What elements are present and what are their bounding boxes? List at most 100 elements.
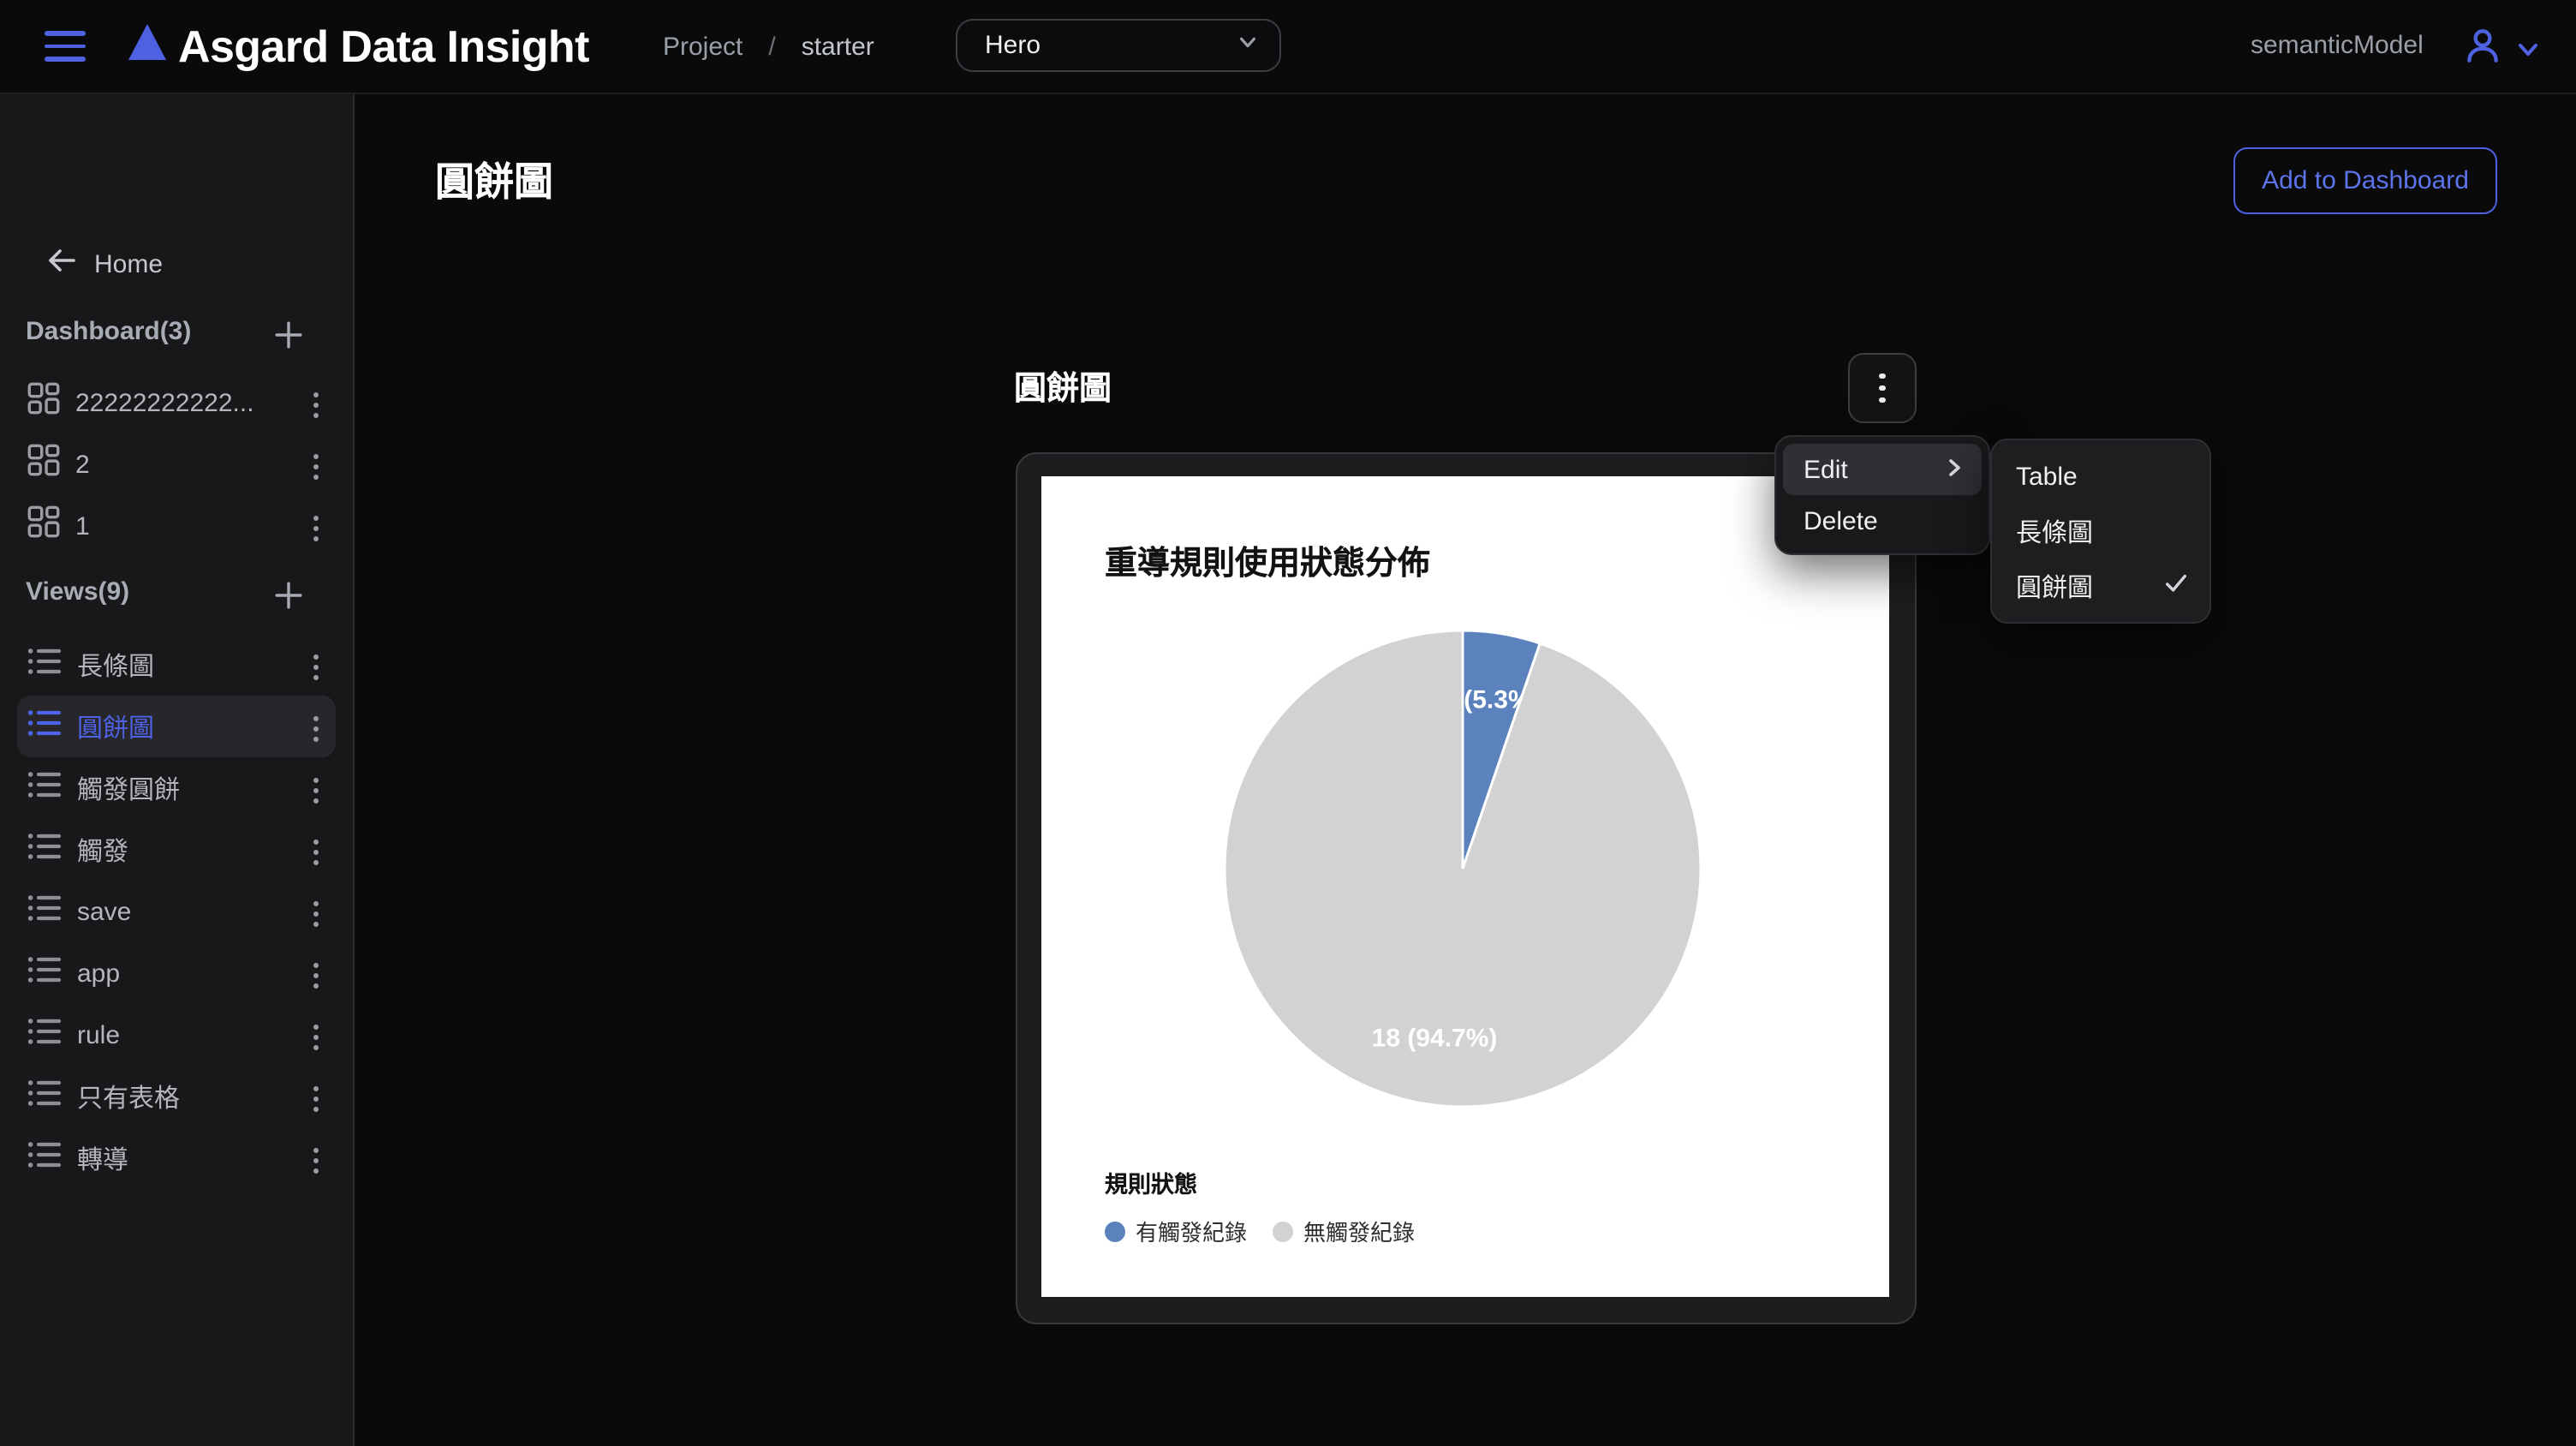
submenu-item-label: 圓餅圖	[2016, 568, 2093, 604]
legend-item: 無觸發紀錄	[1273, 1215, 1415, 1247]
kebab-menu-icon[interactable]	[307, 385, 325, 424]
kebab-menu-icon[interactable]	[307, 509, 325, 547]
dashboard-grid-icon	[27, 505, 60, 547]
breadcrumb: Project / starter	[663, 0, 874, 93]
kebab-menu-icon[interactable]	[307, 894, 325, 933]
pie-slice-label: 18 (94.7%)	[1372, 1024, 1498, 1052]
menu-item-label: Delete	[1804, 506, 1878, 535]
submenu-item[interactable]: Table	[1992, 449, 2209, 504]
list-icon	[27, 707, 62, 746]
context-menu: Edit Delete	[1774, 435, 1990, 555]
sidebar-item-view[interactable]: rule	[17, 1004, 336, 1066]
breadcrumb-current[interactable]: starter	[802, 32, 874, 61]
sidebar-item-view[interactable]: 長條圖	[17, 634, 336, 696]
list-icon	[27, 1015, 62, 1055]
sidebar-item-view[interactable]: 轉導	[17, 1127, 336, 1189]
sidebar-item-dashboard[interactable]: 2	[17, 433, 336, 495]
sidebar-item-view[interactable]: app	[17, 942, 336, 1004]
add-dashboard-plus-icon[interactable]	[271, 317, 305, 351]
chart-type-submenu: Table 長條圖圓餅圖	[1990, 439, 2211, 624]
sidebar-item-label: save	[77, 897, 131, 926]
list-icon	[27, 830, 62, 869]
kebab-menu-icon[interactable]	[307, 833, 325, 871]
sidebar-item-view[interactable]: 觸發	[17, 819, 336, 881]
chevron-right-icon	[1944, 455, 1965, 484]
submenu-item[interactable]: 長條圖	[1992, 504, 2209, 559]
kebab-menu-icon[interactable]	[307, 1079, 325, 1118]
submenu-item-label: 長條圖	[2016, 513, 2093, 549]
model-dropdown[interactable]: Hero	[956, 19, 1281, 72]
list-icon	[27, 768, 62, 808]
hamburger-menu-icon[interactable]	[45, 31, 86, 62]
views-section-header: Views(9)	[0, 572, 353, 617]
chart-legend: 規則狀態 有觸發紀錄無觸發紀錄	[1105, 1165, 1440, 1247]
views-list: 長條圖圓餅圖觸發圓餅觸發 save app rule 只有表格轉導	[0, 634, 353, 1189]
home-label: Home	[94, 249, 163, 278]
list-icon	[27, 953, 62, 993]
kebab-menu-icon[interactable]	[307, 956, 325, 995]
views-section-title: Views(9)	[26, 577, 129, 606]
sidebar-item-label: 長條圖	[77, 647, 154, 683]
kebab-menu-icon[interactable]	[307, 447, 325, 486]
dashboard-grid-icon	[27, 444, 60, 485]
sidebar-home[interactable]: Home	[46, 247, 163, 281]
legend-label: 無觸發紀錄	[1303, 1215, 1415, 1247]
chevron-down-icon	[1237, 30, 1259, 61]
legend-items: 有觸發紀錄 無觸發紀錄	[1105, 1215, 1440, 1247]
legend-color-dot	[1273, 1221, 1293, 1241]
sidebar-item-label: 22222222222...	[75, 388, 254, 417]
list-icon	[27, 892, 62, 931]
page-title: 圓餅圖	[435, 149, 553, 207]
sidebar-item-dashboard[interactable]: 1	[17, 495, 336, 557]
sidebar-item-label: rule	[77, 1020, 120, 1049]
breadcrumb-separator: /	[768, 32, 775, 61]
kebab-menu-icon	[1873, 367, 1893, 409]
model-dropdown-value: Hero	[985, 31, 1041, 60]
sidebar-item-label: 2	[75, 450, 90, 479]
context-menu-item[interactable]: Edit	[1783, 444, 1982, 495]
sidebar-item-label: 觸發	[77, 832, 128, 868]
sidebar-item-view[interactable]: 圓餅圖	[17, 696, 336, 757]
dashboard-section-header: Dashboard(3)	[0, 312, 353, 356]
top-bar: Asgard Data Insight Project / starter He…	[0, 0, 2576, 94]
check-icon	[2163, 570, 2189, 602]
kebab-menu-icon[interactable]	[307, 1141, 325, 1180]
account-chevron-down-icon[interactable]	[2514, 36, 2542, 72]
sidebar-item-label: 只有表格	[77, 1079, 180, 1114]
legend-color-dot	[1105, 1221, 1125, 1241]
sidebar-item-view[interactable]: 只有表格	[17, 1066, 336, 1127]
dashboard-grid-icon	[27, 382, 60, 423]
add-view-plus-icon[interactable]	[271, 577, 305, 612]
legend-label: 有觸發紀錄	[1136, 1215, 1247, 1247]
chart-plot-area: 重導規則使用狀態分佈 1 (5.3%)18 (94.7%) 規則狀態 有觸發紀錄…	[1041, 476, 1889, 1297]
sidebar-item-label: 轉導	[77, 1140, 128, 1176]
sidebar-item-dashboard[interactable]: 22222222222...	[17, 372, 336, 433]
list-icon	[27, 1077, 62, 1116]
dashboard-list: 22222222222... 2 1	[0, 372, 353, 557]
sidebar-item-label: 觸發圓餅	[77, 770, 180, 806]
submenu-item[interactable]: 圓餅圖	[1992, 559, 2209, 613]
logo-triangle-icon	[128, 24, 166, 60]
back-arrow-icon	[46, 247, 77, 281]
semantic-model-label: semanticModel	[2251, 0, 2424, 93]
sidebar: Home Dashboard(3) 22222222222... 2 1 Views…	[0, 93, 355, 1446]
breadcrumb-project[interactable]: Project	[663, 32, 742, 61]
submenu-item-label: Table	[2016, 462, 2078, 491]
user-icon[interactable]	[2461, 24, 2504, 75]
app-title: Asgard Data Insight	[178, 0, 589, 93]
chart-kebab-menu-button[interactable]	[1848, 353, 1917, 423]
sidebar-item-label: 圓餅圖	[77, 708, 154, 744]
legend-item: 有觸發紀錄	[1105, 1215, 1247, 1247]
chart-section-title: 圓餅圖	[1014, 363, 1112, 409]
kebab-menu-icon[interactable]	[307, 648, 325, 686]
kebab-menu-icon[interactable]	[307, 709, 325, 748]
app-window: Asgard Data Insight Project / starter He…	[0, 0, 2576, 1446]
sidebar-item-view[interactable]: save	[17, 881, 336, 942]
add-to-dashboard-button[interactable]: Add to Dashboard	[2233, 147, 2497, 214]
sidebar-item-view[interactable]: 觸發圓餅	[17, 757, 336, 819]
context-menu-item[interactable]: Delete	[1783, 495, 1982, 547]
sidebar-item-label: 1	[75, 511, 90, 541]
kebab-menu-icon[interactable]	[307, 1018, 325, 1056]
list-icon	[27, 1138, 62, 1178]
kebab-menu-icon[interactable]	[307, 771, 325, 810]
